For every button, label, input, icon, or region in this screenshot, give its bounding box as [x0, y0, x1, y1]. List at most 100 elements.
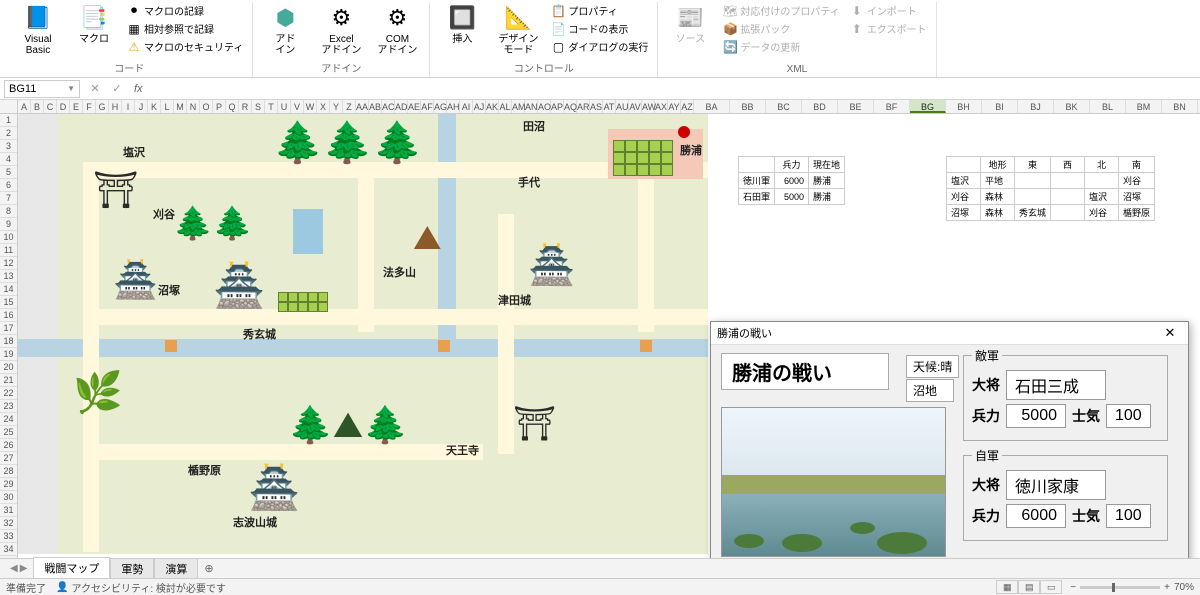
addin-button[interactable]: ⬢アド イン — [259, 2, 311, 58]
import-button[interactable]: ⬇インポート — [847, 2, 930, 19]
zoom-control[interactable]: − + 70% — [1070, 582, 1194, 593]
accept-formula-button[interactable]: ✓ — [106, 82, 128, 95]
col-header[interactable]: AU — [616, 100, 629, 113]
row-header[interactable]: 20 — [0, 361, 17, 374]
col-header[interactable]: BH — [946, 100, 982, 113]
col-header[interactable]: AE — [408, 100, 421, 113]
excel-addin-button[interactable]: ⚙Excel アドイン — [315, 2, 367, 58]
col-header[interactable]: Z — [343, 100, 356, 113]
row-header[interactable]: 11 — [0, 244, 17, 257]
design-mode-button[interactable]: 📐デザイン モード — [492, 2, 544, 58]
page-layout-button[interactable]: ▤ — [1018, 580, 1040, 594]
col-header[interactable]: BB — [730, 100, 766, 113]
col-header[interactable]: G — [96, 100, 109, 113]
cell[interactable]: 秀玄城 — [1015, 205, 1051, 221]
col-header[interactable]: AM — [512, 100, 525, 113]
row-headers[interactable]: 1234567891011121314151617181920212223242… — [0, 114, 18, 558]
export-button[interactable]: ⬆エクスポート — [847, 20, 930, 37]
row-header[interactable]: 31 — [0, 504, 17, 517]
col-header[interactable]: BE — [838, 100, 874, 113]
cell[interactable]: 勝浦 — [809, 189, 845, 205]
row-header[interactable]: 15 — [0, 296, 17, 309]
row-header[interactable]: 23 — [0, 400, 17, 413]
row-header[interactable]: 32 — [0, 517, 17, 530]
row-header[interactable]: 21 — [0, 374, 17, 387]
row-header[interactable]: 27 — [0, 452, 17, 465]
com-addin-button[interactable]: ⚙COM アドイン — [371, 2, 423, 58]
col-header[interactable]: H — [109, 100, 122, 113]
col-header[interactable]: AB — [369, 100, 382, 113]
row-header[interactable]: 9 — [0, 218, 17, 231]
col-header[interactable]: U — [278, 100, 291, 113]
col-header[interactable]: BF — [874, 100, 910, 113]
zoom-slider[interactable] — [1080, 586, 1160, 589]
col-header[interactable]: X — [317, 100, 330, 113]
row-header[interactable]: 18 — [0, 335, 17, 348]
col-header[interactable]: AX — [655, 100, 668, 113]
macro-button[interactable]: 📑 マクロ — [68, 2, 120, 47]
close-button[interactable]: ✕ — [1158, 325, 1182, 341]
col-header[interactable]: AS — [590, 100, 603, 113]
normal-view-button[interactable]: ▦ — [996, 580, 1018, 594]
row-header[interactable]: 34 — [0, 543, 17, 556]
row-header[interactable]: 16 — [0, 309, 17, 322]
tab-nav[interactable]: ◀▶ — [4, 563, 33, 574]
tab-next-icon[interactable]: ▶ — [20, 563, 28, 574]
col-header[interactable]: AI — [460, 100, 473, 113]
ext-pack-button[interactable]: 📦拡張パック — [720, 20, 842, 37]
name-box[interactable]: BG11▼ — [4, 80, 80, 98]
col-header[interactable]: AQ — [564, 100, 577, 113]
col-header[interactable]: BK — [1054, 100, 1090, 113]
col-header[interactable]: AF — [421, 100, 434, 113]
cell[interactable]: 刈谷 — [1119, 173, 1155, 189]
row-header[interactable]: 25 — [0, 426, 17, 439]
col-header[interactable]: AJ — [473, 100, 486, 113]
col-header[interactable]: AA — [356, 100, 369, 113]
run-dialog-button[interactable]: ▢ダイアログの実行 — [548, 38, 651, 55]
col-header[interactable]: T — [265, 100, 278, 113]
row-header[interactable]: 12 — [0, 257, 17, 270]
vb-button[interactable]: 📘 Visual Basic — [12, 2, 64, 58]
col-header[interactable]: N — [187, 100, 200, 113]
col-header[interactable]: Q — [226, 100, 239, 113]
record-macro-button[interactable]: ⏺マクロの記録 — [124, 2, 246, 19]
col-header[interactable]: R — [239, 100, 252, 113]
row-header[interactable]: 17 — [0, 322, 17, 335]
cell[interactable]: 石田軍 — [739, 189, 775, 205]
col-header[interactable]: AV — [629, 100, 642, 113]
cell[interactable]: 塩沢 — [947, 173, 981, 189]
row-header[interactable]: 5 — [0, 166, 17, 179]
col-header[interactable]: L — [161, 100, 174, 113]
cell[interactable]: 徳川軍 — [739, 173, 775, 189]
col-header[interactable]: J — [135, 100, 148, 113]
col-header[interactable]: AP — [551, 100, 564, 113]
col-header[interactable]: BA — [694, 100, 730, 113]
cell[interactable]: 6000 — [775, 173, 809, 189]
col-header[interactable]: BL — [1090, 100, 1126, 113]
col-header[interactable]: F — [83, 100, 96, 113]
cell[interactable] — [1085, 173, 1119, 189]
row-header[interactable]: 3 — [0, 140, 17, 153]
add-sheet-button[interactable]: ⊕ — [198, 560, 219, 577]
col-header[interactable]: BI — [982, 100, 1018, 113]
col-header[interactable]: AT — [603, 100, 616, 113]
formula-input[interactable] — [149, 80, 1200, 98]
tab-prev-icon[interactable]: ◀ — [10, 563, 18, 574]
select-all-corner[interactable] — [0, 100, 18, 114]
relative-ref-button[interactable]: ▦相対参照で記録 — [124, 20, 246, 37]
col-header[interactable]: AH — [447, 100, 460, 113]
row-header[interactable]: 1 — [0, 114, 17, 127]
col-header[interactable]: C — [44, 100, 57, 113]
refresh-data-button[interactable]: 🔄データの更新 — [720, 38, 842, 55]
dialog-titlebar[interactable]: 勝浦の戦い ✕ — [711, 322, 1188, 345]
col-header[interactable]: BJ — [1018, 100, 1054, 113]
col-header[interactable]: AD — [395, 100, 408, 113]
col-header[interactable]: BN — [1162, 100, 1198, 113]
row-header[interactable]: 2 — [0, 127, 17, 140]
row-header[interactable]: 19 — [0, 348, 17, 361]
col-header[interactable]: BG — [910, 100, 946, 113]
row-header[interactable]: 14 — [0, 283, 17, 296]
sheet-tab-map[interactable]: 戦闘マップ — [33, 557, 110, 580]
sheet-tab-calc[interactable]: 演算 — [154, 558, 198, 579]
insert-button[interactable]: 🔲挿入 — [436, 2, 488, 47]
